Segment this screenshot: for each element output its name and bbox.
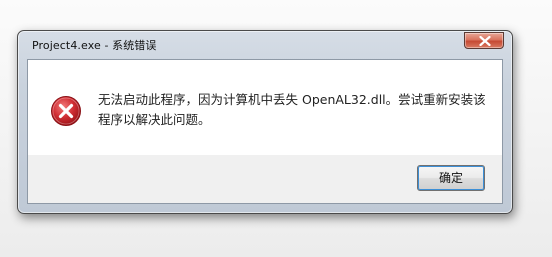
ok-button[interactable]: 确定 xyxy=(417,165,485,191)
error-message: 无法启动此程序，因为计算机中丢失 OpenAL32.dll。尝试重新安装该程序以… xyxy=(98,92,486,127)
close-icon xyxy=(479,36,491,46)
window-title: Project4.exe - 系统错误 xyxy=(32,39,157,52)
error-icon xyxy=(51,96,81,126)
close-button[interactable] xyxy=(464,32,504,49)
error-dialog-window: Project4.exe - 系统错误 无法启动此程序，因为计算机中丢失 Ope… xyxy=(17,30,513,214)
dialog-content: 无法启动此程序，因为计算机中丢失 OpenAL32.dll。尝试重新安装该程序以… xyxy=(27,59,503,204)
message-area: 无法启动此程序，因为计算机中丢失 OpenAL32.dll。尝试重新安装该程序以… xyxy=(28,60,502,155)
